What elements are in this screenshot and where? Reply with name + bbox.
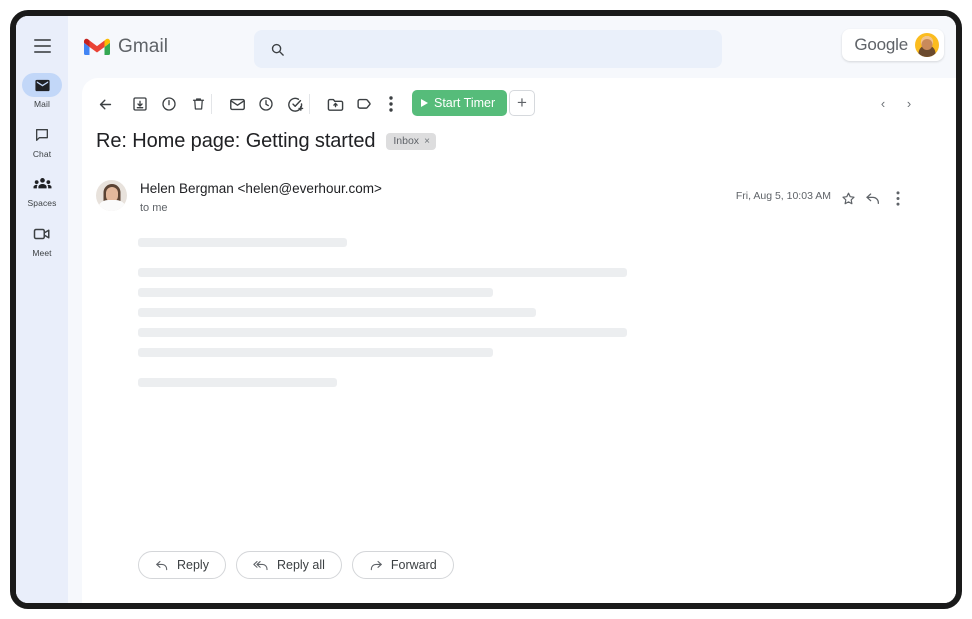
avatar-body [96,200,127,211]
add-to-tasks-icon[interactable] [282,91,308,117]
sidebar-item-label: Meet [32,247,52,258]
reply-icon [156,560,168,571]
body-text-placeholder [138,238,347,247]
more-options-icon[interactable] [378,91,404,117]
forward-icon [370,560,382,571]
avatar[interactable] [96,180,127,211]
avatar[interactable] [915,33,939,57]
sidebar-item-meet[interactable]: Meet [19,222,65,258]
start-timer-label: Start Timer [434,96,496,110]
sidebar-item-label: Spaces [27,198,57,208]
reply-all-icon [253,561,268,571]
back-icon[interactable] [92,91,118,117]
report-spam-icon[interactable] [156,91,182,117]
toolbar-divider [309,94,310,114]
message-body [138,238,956,387]
search-bar[interactable] [254,30,722,68]
recipient-label[interactable]: to me [140,202,168,214]
archive-icon[interactable] [127,91,153,117]
sidebar-item-label: Chat [32,148,52,159]
left-app-rail: Mail Chat Spaces Meet [16,16,68,603]
more-options-icon[interactable] [886,186,910,210]
page-title: Re: Home page: Getting started [96,130,376,152]
reply-button[interactable]: Reply [138,551,226,579]
previous-message-button[interactable]: ‹ [872,92,894,114]
browser-window-frame: Mail Chat Spaces Meet Gmail Google Start… [10,10,962,609]
message-toolbar: Start Timer + ‹ › [82,78,956,130]
body-text-placeholder [138,268,627,277]
body-text-placeholder [138,288,493,297]
sidebar-item-mail[interactable]: Mail [19,73,65,109]
google-wordmark: Google [854,35,908,54]
spaces-icon [22,172,62,196]
mail-icon [22,73,62,97]
meet-icon [22,222,62,246]
body-text-placeholder [138,378,337,387]
subject-row: Re: Home page: Getting started Inbox × [96,130,436,153]
play-icon [421,99,428,107]
search-icon [271,43,284,56]
search-input[interactable] [297,41,677,57]
reply-button-label: Reply [177,558,209,572]
hamburger-menu-icon[interactable] [29,33,55,59]
gmail-logo[interactable]: Gmail [84,36,168,58]
label-chip-inbox[interactable]: Inbox × [386,133,436,150]
sender-row: Helen Bergman <helen@everhour.com> to me… [96,178,942,222]
google-account-button[interactable]: Google [842,29,944,61]
star-icon[interactable] [836,186,860,210]
forward-button[interactable]: Forward [351,551,454,579]
reply-all-button-label: Reply all [276,558,325,572]
sender-name: Helen Bergman <helen@everhour.com> [140,181,382,196]
chat-icon [22,123,62,147]
gmail-app: Mail Chat Spaces Meet Gmail Google Start… [16,16,956,603]
sidebar-item-chat[interactable]: Chat [19,123,65,159]
reply-icon[interactable] [861,186,885,210]
close-icon[interactable]: × [424,136,430,147]
gmail-wordmark: Gmail [118,36,169,57]
sidebar-item-label: Mail [34,99,50,109]
forward-button-label: Forward [390,558,437,572]
body-text-placeholder [138,348,493,357]
message-date: Fri, Aug 5, 10:03 AM [735,190,831,202]
delete-icon[interactable] [185,91,211,117]
labels-icon[interactable] [351,91,377,117]
sidebar-item-spaces[interactable]: Spaces [19,172,65,208]
message-actions: Reply Reply all Forward [138,551,454,579]
body-text-placeholder [138,308,536,317]
top-bar: Gmail Google [68,16,956,78]
mark-unread-icon[interactable] [224,91,250,117]
label-chip-text: Inbox [393,135,420,147]
toolbar-divider [211,94,212,114]
move-to-icon[interactable] [322,91,348,117]
gmail-m-icon [84,38,110,55]
message-view-card: Start Timer + ‹ › Re: Home page: Getting… [82,78,956,603]
next-message-button[interactable]: › [898,92,920,114]
snooze-icon[interactable] [253,91,279,117]
reply-all-button[interactable]: Reply all [235,551,342,579]
body-text-placeholder [138,328,627,337]
start-timer-button[interactable]: Start Timer [412,90,508,116]
add-timer-button[interactable]: + [509,90,535,116]
